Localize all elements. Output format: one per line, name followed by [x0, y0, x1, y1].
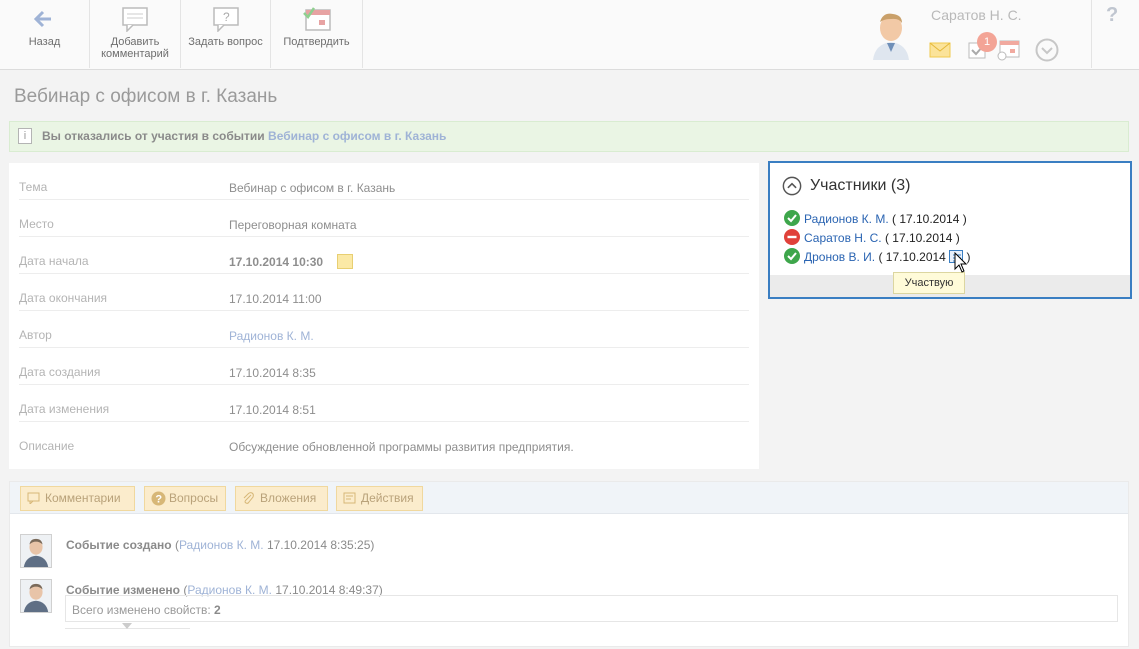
participant-date: ( 17.10.2014	[875, 250, 950, 264]
paperclip-icon	[243, 492, 254, 504]
feed-timestamp: 17.10.2014 8:35:25)	[263, 538, 375, 552]
add-comment-label-2: комментарий	[101, 48, 169, 60]
detail-row-place: Место Переговорная комната	[19, 200, 749, 237]
info-icon: i	[18, 128, 32, 144]
detail-row-description: Описание Обсуждение обновленной программ…	[19, 422, 749, 459]
detail-row-topic: Тема Вебинар с офисом в г. Казань	[19, 163, 749, 200]
detail-value: 17.10.2014 8:51	[229, 403, 316, 417]
detail-label: Место	[19, 217, 54, 231]
user-name[interactable]: Саратов Н. С.	[931, 7, 1022, 23]
detail-value: 17.10.2014 8:35	[229, 366, 316, 380]
arrow-left-icon	[33, 10, 51, 28]
detail-label: Автор	[19, 328, 52, 342]
detail-label: Дата окончания	[19, 291, 108, 305]
feed-event-type: Событие создано	[66, 538, 172, 552]
expand-changes-toggle[interactable]	[65, 621, 190, 629]
calendar-check-icon	[302, 7, 331, 31]
toolbar: Назад Добавить комментарий ? Задать вопр…	[0, 0, 1139, 70]
detail-label: Дата создания	[19, 365, 101, 379]
participant-date: ( 17.10.2014 )	[888, 212, 967, 226]
participant-item: Радионов К. М. ( 17.10.2014 )	[784, 210, 967, 228]
add-comment-label-1: Добавить	[110, 36, 160, 48]
participant-name-link[interactable]: Радионов К. М.	[804, 212, 889, 226]
comment-icon	[27, 492, 40, 504]
back-label: Назад	[28, 36, 61, 48]
author-link[interactable]: Радионов К. М.	[229, 329, 314, 343]
changes-label: Всего изменено свойств:	[72, 603, 215, 617]
feed-item-title: Событие создано (Радионов К. М. 17.10.20…	[66, 538, 374, 552]
feed-open-paren: (	[171, 538, 179, 552]
mail-icon[interactable]	[929, 42, 951, 58]
detail-row-author: Автор Радионов К. М.	[19, 311, 749, 348]
avatar[interactable]	[20, 579, 52, 613]
participant-name-link[interactable]: Дронов В. И.	[804, 250, 875, 264]
tab-actions[interactable]: Действия	[336, 486, 423, 511]
detail-label: Дата изменения	[19, 402, 110, 416]
notice-event-link[interactable]: Вебинар с офисом в г. Казань	[268, 129, 446, 143]
detail-row-start-date: Дата начала 17.10.2014 10:30	[19, 237, 749, 274]
detail-value: Обсуждение обновленной программы развити…	[229, 440, 574, 454]
tab-bar: Комментарии ? Вопросы Вложения Действия	[10, 482, 1128, 514]
confirm-button[interactable]: Подтвердить	[271, 0, 363, 68]
tab-questions[interactable]: ? Вопросы	[144, 486, 226, 511]
question-bubble-icon: ?	[212, 7, 239, 32]
svg-text:?: ?	[223, 10, 230, 24]
tab-attachments-label: Вложения	[260, 491, 317, 505]
user-area: Саратов Н. С. 1	[861, 0, 1091, 68]
tab-comments[interactable]: Комментарии	[20, 486, 135, 511]
page-title: Вебинар с офисом в г. Казань	[14, 86, 278, 107]
declined-icon	[784, 229, 800, 245]
task-count-badge: 1	[977, 32, 997, 52]
question-icon: ?	[151, 491, 166, 506]
event-details: Тема Вебинар с офисом в г. Казань Место …	[9, 163, 759, 469]
collapse-up-icon[interactable]	[782, 176, 802, 196]
caret-down-icon	[122, 623, 132, 629]
notice-text: Вы отказались от участия в событии Вебин…	[42, 129, 446, 143]
help-area: ?	[1091, 0, 1139, 68]
detail-label: Описание	[19, 439, 75, 453]
chevron-down-icon[interactable]	[1035, 38, 1059, 62]
ask-question-button[interactable]: ? Задать вопрос	[181, 0, 271, 68]
accepted-icon	[784, 248, 800, 264]
confirm-label: Подтвердить	[283, 36, 350, 48]
notice-message: Вы отказались от участия в событии	[42, 129, 265, 143]
calendar-icon[interactable]	[997, 39, 1021, 61]
tab-actions-label: Действия	[361, 491, 414, 505]
actions-icon	[343, 492, 356, 504]
detail-value: Переговорная комната	[229, 218, 357, 232]
participants-title: Участники (3)	[810, 177, 911, 194]
participant-item: Саратов Н. С. ( 17.10.2014 )	[784, 229, 960, 247]
participant-name-link[interactable]: Саратов Н. С.	[804, 231, 882, 245]
feed-author-link[interactable]: Радионов К. М.	[179, 538, 264, 552]
notice-banner: i Вы отказались от участия в событии Веб…	[9, 121, 1129, 152]
activity-feed: Комментарии ? Вопросы Вложения Действия …	[9, 481, 1129, 647]
avatar[interactable]	[869, 8, 913, 60]
participant-date: ( 17.10.2014 )	[881, 231, 960, 245]
detail-value: 17.10.2014 10:30	[229, 255, 324, 269]
add-comment-button[interactable]: Добавить комментарий	[90, 0, 181, 68]
detail-value: 17.10.2014 11:00	[229, 292, 322, 306]
detail-row-created: Дата создания 17.10.2014 8:35	[19, 348, 749, 385]
mouse-cursor-icon	[954, 252, 968, 273]
ask-question-label: Задать вопрос	[188, 36, 263, 48]
changes-summary: Всего изменено свойств: 2	[65, 595, 1118, 622]
tooltip: Участвую	[893, 272, 965, 294]
participant-item: Дронов В. И. ( 17.10.2014 )	[784, 248, 971, 266]
tab-questions-label: Вопросы	[169, 491, 219, 505]
detail-label: Тема	[19, 180, 48, 194]
comment-icon	[122, 7, 148, 32]
reminder-clock-icon[interactable]	[337, 254, 353, 269]
tab-attachments[interactable]: Вложения	[235, 486, 328, 511]
avatar[interactable]	[20, 534, 52, 568]
help-icon[interactable]: ?	[1106, 4, 1118, 27]
tab-comments-label: Комментарии	[45, 491, 121, 505]
detail-row-modified: Дата изменения 17.10.2014 8:51	[19, 385, 749, 422]
back-button[interactable]: Назад	[0, 0, 90, 68]
accepted-icon	[784, 210, 800, 226]
detail-label: Дата начала	[19, 254, 89, 268]
detail-value: Вебинар с офисом в г. Казань	[229, 181, 396, 195]
svg-text:?: ?	[155, 494, 162, 506]
detail-row-end-date: Дата окончания 17.10.2014 11:00	[19, 274, 749, 311]
changes-count: 2	[214, 603, 221, 617]
